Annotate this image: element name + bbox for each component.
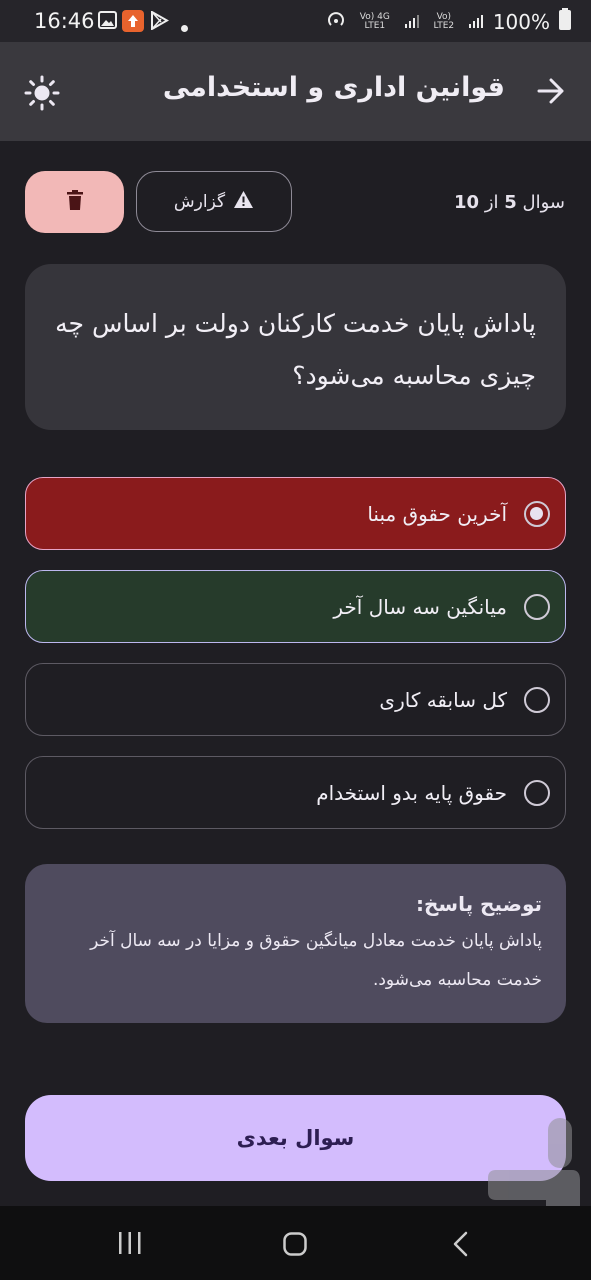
option-2[interactable]: میانگین سه سال آخر (25, 570, 566, 643)
radio-icon[interactable] (524, 779, 550, 806)
warning-icon (233, 190, 254, 214)
sun-icon[interactable] (24, 75, 60, 115)
next-question-button[interactable]: سوال بعدی (25, 1095, 566, 1181)
report-button[interactable]: گزارش (136, 171, 292, 232)
recent-apps-icon[interactable] (118, 1232, 142, 1258)
counter-total: 10 (454, 192, 480, 213)
network-2-label: Vo) LTE2 (433, 11, 455, 31)
delete-button[interactable] (25, 171, 124, 233)
back-nav-icon[interactable] (452, 1231, 468, 1261)
notification-dot-icon (181, 17, 188, 36)
radio-icon[interactable] (524, 593, 550, 620)
status-bar: 16:46 Vo) 4G LTE1 Vo) LTE2 100% (0, 0, 591, 42)
network-1-label: Vo) 4G LTE1 (359, 11, 390, 31)
question-card: پاداش پایان خدمت کارکنان دولت بر اساس چه… (25, 264, 566, 430)
status-time: 16:46 (34, 9, 95, 33)
trash-icon (66, 190, 83, 214)
explanation-card: توضیح پاسخ: پاداش پایان خدمت معادل میانگ… (25, 864, 566, 1023)
explanation-heading: توضیح پاسخ: (415, 892, 542, 916)
home-icon[interactable] (283, 1232, 307, 1260)
option-label: کل سابقه کاری (379, 687, 507, 712)
radio-icon[interactable] (524, 686, 550, 713)
battery-icon (559, 8, 571, 35)
image-icon (98, 11, 117, 33)
counter-prefix: سوال (522, 192, 565, 213)
option-4[interactable]: حقوق پایه بدو استخدام (25, 756, 566, 829)
report-label: گزارش (173, 191, 226, 212)
hotspot-icon (326, 9, 346, 34)
counter-current: 5 (504, 192, 517, 213)
system-nav-bar (0, 1206, 591, 1280)
upload-app-icon (122, 10, 144, 36)
page-title: قوانین اداری و استخدامی (162, 72, 505, 103)
app-bar: قوانین اداری و استخدامی (0, 42, 591, 141)
signal-1-icon (404, 10, 420, 34)
next-question-label: سوال بعدی (236, 1126, 355, 1150)
battery-label: 100% (492, 9, 550, 34)
option-label: میانگین سه سال آخر (333, 594, 507, 619)
arrow-right-icon[interactable] (537, 78, 565, 108)
option-1[interactable]: آخرین حقوق مبنا (25, 477, 566, 550)
question-text: پاداش پایان خدمت کارکنان دولت بر اساس چه… (55, 309, 536, 390)
play-store-icon (150, 10, 170, 34)
signal-2-icon (468, 10, 484, 34)
question-counter: سوال 5 از 10 (454, 192, 565, 213)
option-label: حقوق پایه بدو استخدام (316, 780, 507, 805)
explanation-text: پاداش پایان خدمت معادل میانگین حقوق و مز… (90, 931, 542, 990)
counter-separator: از (484, 192, 499, 213)
option-3[interactable]: کل سابقه کاری (25, 663, 566, 736)
radio-selected-icon[interactable] (524, 500, 550, 527)
option-label: آخرین حقوق مبنا (367, 501, 507, 526)
